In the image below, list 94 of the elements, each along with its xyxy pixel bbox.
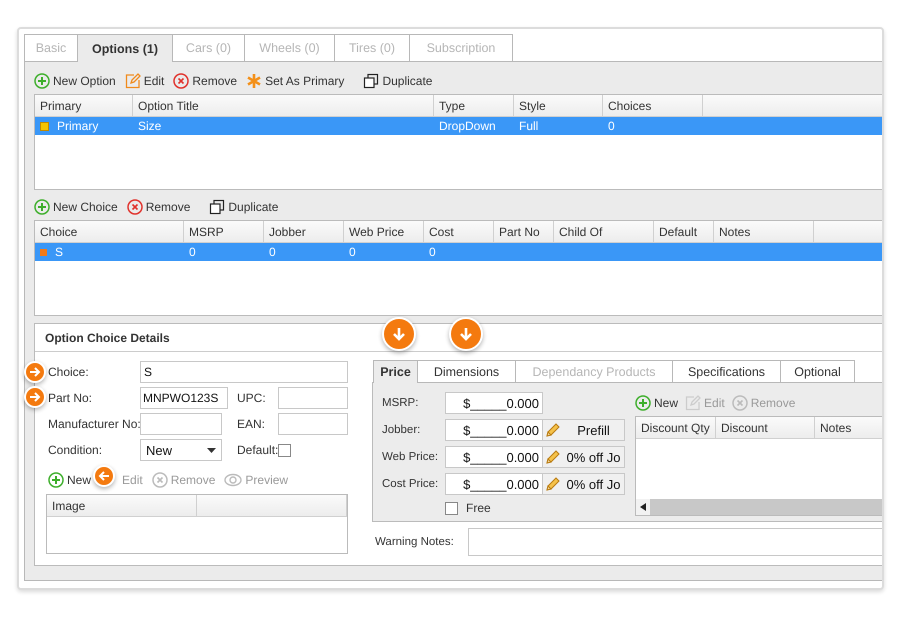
column-header[interactable]: Jobber — [264, 221, 344, 242]
toolbar-button[interactable]: Remove — [126, 199, 190, 215]
checkbox[interactable] — [445, 502, 458, 514]
column-header[interactable]: MSRP — [184, 221, 264, 242]
tab[interactable]: Options (1) — [78, 34, 173, 62]
row-marker-icon — [40, 122, 49, 130]
toolbar-button[interactable]: Remove — [173, 73, 238, 89]
input-field[interactable] — [140, 413, 222, 435]
price-field[interactable]: $_____0.000 — [445, 392, 543, 414]
input-field[interactable] — [278, 413, 348, 435]
column-header[interactable]: Notes — [714, 221, 814, 242]
row-marker-icon — [40, 248, 47, 256]
field-label: Manufacturer No: — [48, 417, 140, 431]
panel-title: Option Choice Details — [45, 330, 170, 344]
toolbar-button[interactable]: Duplicate — [209, 199, 278, 215]
column-header[interactable]: Choices — [603, 95, 703, 116]
pencil-icon — [545, 449, 561, 465]
column-header[interactable]: Notes — [815, 417, 882, 438]
toolbar-button[interactable]: New Choice — [34, 199, 118, 215]
toolbar-button[interactable]: Set As Primary — [246, 73, 344, 89]
price-field[interactable]: $_____0.000 — [445, 446, 543, 468]
price-field[interactable]: $_____0.000 — [445, 473, 543, 495]
warning-notes-field[interactable] — [468, 528, 882, 556]
x-circle-icon — [173, 73, 190, 89]
input-field[interactable]: S — [140, 361, 348, 383]
field-label: Web Price: — [382, 451, 440, 463]
toolbar-button[interactable]: New — [635, 395, 678, 411]
field-label: Choice: — [48, 365, 90, 379]
copy-icon — [209, 199, 226, 215]
plus-circle-icon — [34, 73, 50, 89]
horizontal-scrollbar[interactable] — [636, 499, 882, 515]
column-header[interactable]: Primary — [35, 95, 133, 116]
prefill-button[interactable]: 0% off Jo — [543, 473, 625, 495]
x-circle-icon — [126, 199, 143, 215]
column-header[interactable]: Child Of — [554, 221, 654, 242]
field-label: Cost Price: — [382, 478, 440, 490]
table-cell: Full — [519, 119, 538, 133]
column-header[interactable]: Style — [514, 95, 603, 116]
asterisk-icon — [246, 73, 262, 89]
table-cell: 0 — [269, 245, 276, 259]
table-cell: Size — [138, 119, 162, 133]
table-cell: Primary — [57, 119, 98, 133]
caret-icon — [207, 448, 216, 452]
column-header[interactable]: Discount Qty — [636, 417, 716, 438]
field-label: Condition: — [48, 443, 104, 457]
table-cell: S — [55, 245, 64, 259]
x-circle-icon — [732, 395, 748, 411]
pencil-icon — [545, 422, 561, 438]
toolbar-button[interactable]: New — [48, 472, 92, 488]
x-circle-icon — [152, 472, 168, 488]
tab[interactable]: Specifications — [673, 360, 781, 383]
column-header[interactable]: Web Price — [344, 221, 424, 242]
scroll-left-icon — [640, 503, 646, 511]
pencil-icon — [545, 476, 561, 492]
field-label: UPC: — [237, 391, 267, 405]
plus-circle-icon — [635, 395, 651, 411]
tab[interactable]: Optional — [781, 360, 855, 383]
copy-icon — [363, 73, 380, 89]
table-cell: 0 — [429, 245, 436, 259]
toolbar-button[interactable]: Edit — [124, 73, 164, 89]
input-field[interactable] — [278, 387, 348, 409]
field-label: Default: — [237, 443, 278, 457]
field-label: EAN: — [237, 417, 266, 431]
column-header[interactable]: Part No — [494, 221, 554, 242]
table-cell: 0 — [189, 245, 196, 259]
column-header[interactable]: Cost — [424, 221, 494, 242]
column-header[interactable]: Choice — [35, 221, 184, 242]
checkbox[interactable] — [278, 444, 291, 456]
toolbar-button[interactable]: Duplicate — [363, 73, 432, 89]
checkbox-label: Free — [466, 501, 491, 515]
field-label: Part No: — [48, 391, 94, 405]
pencil-icon — [685, 395, 702, 411]
input-field[interactable]: MNPWO123S — [140, 387, 228, 409]
eye-icon — [224, 473, 242, 487]
toolbar-button[interactable]: New Option — [34, 73, 116, 89]
field-label: MSRP: — [382, 397, 420, 409]
prefill-button[interactable]: 0% off Jo — [543, 446, 625, 468]
pencil-icon — [124, 73, 141, 89]
table-cell: 0 — [608, 119, 615, 133]
tab[interactable]: Dimensions — [418, 360, 516, 383]
price-field[interactable]: $_____0.000 — [445, 419, 543, 441]
field-label: Warning Notes: — [374, 536, 455, 548]
prefill-button[interactable]: Prefill — [543, 419, 625, 441]
table-cell: 0 — [349, 245, 356, 259]
table-cell: DropDown — [439, 119, 496, 133]
tab[interactable]: Price — [373, 360, 418, 383]
column-header[interactable]: Type — [434, 95, 514, 116]
field-label: Jobber: — [382, 424, 422, 436]
condition-dropdown[interactable]: New — [140, 439, 222, 461]
column-header[interactable]: Default — [654, 221, 714, 242]
plus-circle-icon — [48, 472, 64, 488]
plus-circle-icon — [34, 199, 50, 215]
column-header[interactable]: Option Title — [133, 95, 434, 116]
column-header[interactable]: Discount — [716, 417, 815, 438]
